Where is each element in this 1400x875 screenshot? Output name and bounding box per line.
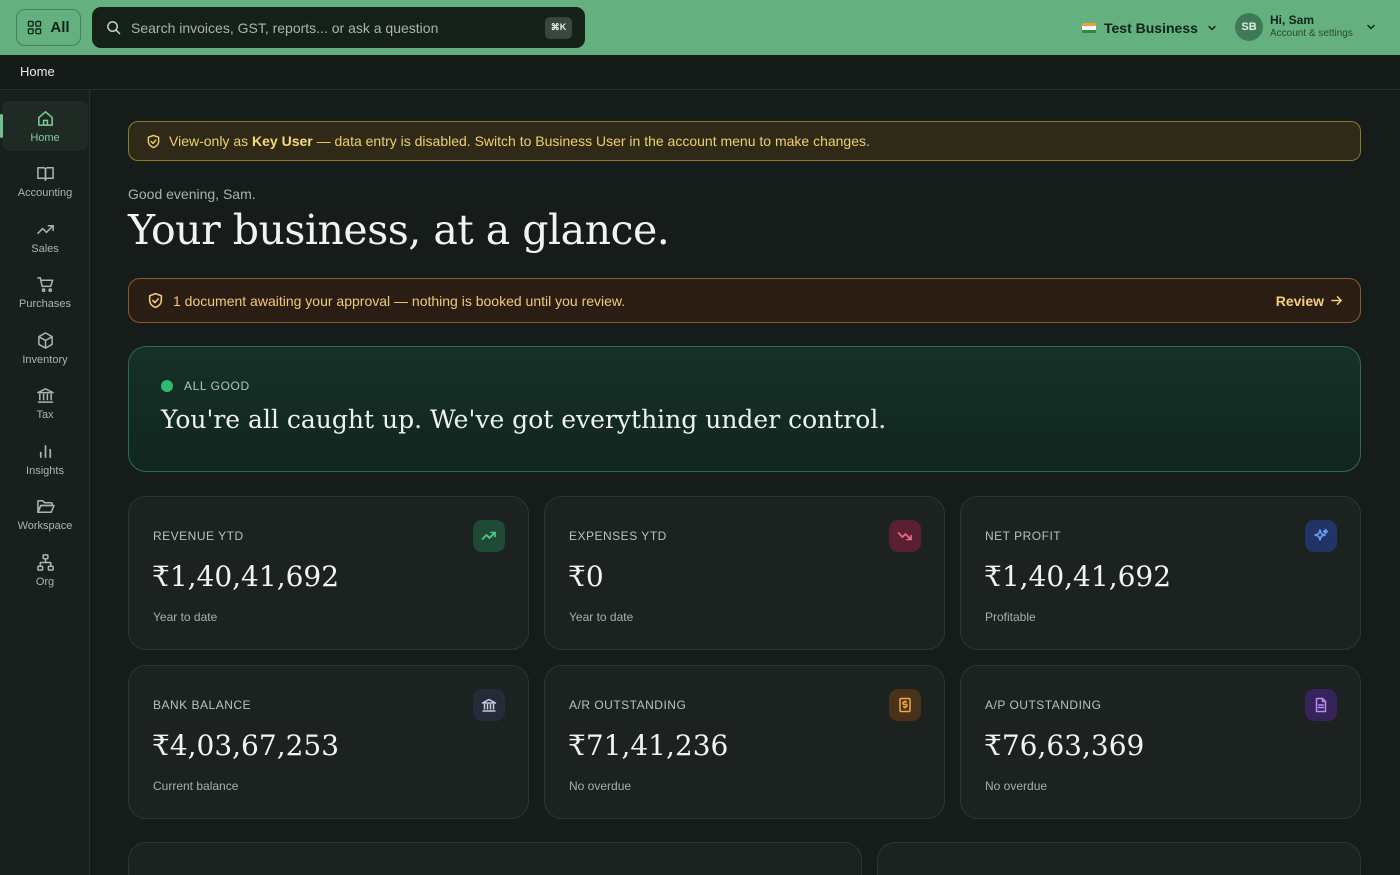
review-button[interactable]: Review — [1276, 293, 1343, 309]
sidebar-item-org[interactable]: Org — [2, 545, 88, 595]
kpi-label: NET PROFIT — [985, 529, 1062, 543]
kpi-label: A/P OUTSTANDING — [985, 698, 1102, 712]
view-only-banner: View-only as Key User — data entry is di… — [128, 121, 1361, 161]
cart-icon — [36, 276, 53, 292]
bottom-card-left — [128, 842, 862, 875]
sidebar-item-label: Home — [30, 131, 60, 144]
kpi-label: REVENUE YTD — [153, 529, 244, 543]
sidebar-item-home[interactable]: Home — [0, 101, 88, 151]
sidebar-item-insights[interactable]: Insights — [2, 434, 88, 484]
box-icon — [37, 331, 53, 349]
document-icon — [1305, 689, 1337, 721]
approval-message: 1 document awaiting your approval — noth… — [173, 292, 626, 309]
org-chart-icon — [36, 553, 54, 571]
kpi-value: ₹1,40,41,692 — [152, 560, 340, 593]
breadcrumb-home[interactable]: Home — [20, 64, 55, 79]
avatar: SB — [1235, 13, 1263, 41]
sidebar: Home Accounting Sales Purchases Inventor… — [0, 90, 90, 875]
status-message: You're all caught up. We've got everythi… — [161, 405, 887, 434]
kpi-label: EXPENSES YTD — [569, 529, 667, 543]
grid-icon — [28, 20, 42, 35]
top-bar: All ⌘K Test Business SB Hi, Sam Account … — [0, 0, 1400, 55]
kpi-subtitle: Year to date — [569, 610, 634, 624]
sidebar-item-inventory[interactable]: Inventory — [2, 323, 88, 373]
receipt-icon — [889, 689, 921, 721]
kpi-subtitle: No overdue — [985, 779, 1048, 793]
sidebar-item-label: Sales — [31, 242, 59, 255]
banner-prefix: View-only as — [169, 133, 249, 149]
sidebar-item-workspace[interactable]: Workspace — [2, 489, 88, 539]
sidebar-item-label: Tax — [36, 408, 54, 421]
page-title: Your business, at a glance. — [128, 206, 670, 254]
sidebar-item-label: Inventory — [22, 353, 68, 366]
shield-check-icon — [147, 134, 160, 148]
kpi-value: ₹1,40,41,692 — [984, 560, 1172, 593]
arrow-right-icon — [1331, 296, 1342, 305]
review-label: Review — [1275, 292, 1324, 309]
sidebar-item-tax[interactable]: Tax — [2, 378, 88, 428]
sidebar-item-label: Purchases — [19, 297, 71, 310]
kpi-subtitle: Profitable — [985, 610, 1036, 624]
status-card: ALL GOOD You're all caught up. We've got… — [128, 346, 1361, 472]
account-menu[interactable]: SB Hi, Sam Account & settings — [1235, 13, 1377, 41]
shield-check-icon — [148, 292, 163, 309]
business-name: Test Business — [1104, 20, 1198, 36]
kpi-value: ₹0 — [568, 560, 604, 593]
status-dot — [161, 380, 173, 392]
account-subtitle: Account & settings — [1270, 28, 1353, 40]
kpi-subtitle: Current balance — [153, 779, 239, 793]
banner-role: Key User — [252, 133, 313, 149]
sparkle-icon — [1305, 520, 1337, 552]
search-input[interactable] — [131, 19, 545, 36]
search-bar[interactable]: ⌘K — [92, 7, 585, 48]
book-icon — [36, 166, 54, 181]
sidebar-item-label: Insights — [26, 464, 64, 477]
kpi-card-bank-balance[interactable]: BANK BALANCE ₹4,03,67,253 Current balanc… — [128, 665, 529, 819]
india-flag-icon — [1082, 23, 1096, 33]
sidebar-item-label: Accounting — [17, 186, 73, 199]
greeting-text: Good evening, Sam. — [128, 186, 256, 202]
kpi-card-ar-outstanding[interactable]: A/R OUTSTANDING ₹71,41,236 No overdue — [544, 665, 945, 819]
bank-icon — [36, 387, 54, 403]
status-label: ALL GOOD — [184, 379, 250, 393]
bank-icon — [473, 689, 505, 721]
sidebar-item-label: Workspace — [17, 519, 73, 532]
banner-message: — data entry is disabled. Switch to Busi… — [316, 133, 870, 149]
chevron-down-icon — [1208, 25, 1216, 31]
breadcrumb: Home — [0, 55, 1400, 90]
business-switcher[interactable]: Test Business — [1082, 14, 1218, 42]
sidebar-item-label: Org — [35, 575, 55, 588]
home-icon — [37, 110, 53, 126]
all-apps-label: All — [50, 19, 70, 36]
approval-banner: 1 document awaiting your approval — noth… — [128, 278, 1361, 323]
account-greeting: Hi, Sam — [1270, 13, 1315, 28]
search-icon — [107, 21, 121, 35]
chevron-down-icon — [1367, 24, 1375, 30]
folder-icon — [36, 499, 55, 513]
trending-down-icon — [889, 520, 921, 552]
search-shortcut-badge: ⌘K — [545, 16, 572, 39]
kpi-label: A/R OUTSTANDING — [569, 698, 687, 712]
kpi-card-expenses[interactable]: EXPENSES YTD ₹0 Year to date — [544, 496, 945, 650]
bottom-card-right — [877, 842, 1361, 875]
kpi-card-revenue[interactable]: REVENUE YTD ₹1,40,41,692 Year to date — [128, 496, 529, 650]
trending-up-icon — [473, 520, 505, 552]
kpi-card-net-profit[interactable]: NET PROFIT ₹1,40,41,692 Profitable — [960, 496, 1361, 650]
kpi-subtitle: No overdue — [569, 779, 632, 793]
kpi-value: ₹76,63,369 — [984, 729, 1145, 762]
kpi-subtitle: Year to date — [153, 610, 218, 624]
sidebar-item-accounting[interactable]: Accounting — [2, 156, 88, 206]
kpi-label: BANK BALANCE — [153, 698, 252, 712]
kpi-card-ap-outstanding[interactable]: A/P OUTSTANDING ₹76,63,369 No overdue — [960, 665, 1361, 819]
sidebar-item-purchases[interactable]: Purchases — [2, 267, 88, 317]
bar-chart-icon — [39, 444, 51, 458]
kpi-value: ₹4,03,67,253 — [152, 729, 340, 762]
sidebar-item-sales[interactable]: Sales — [2, 212, 88, 262]
kpi-value: ₹71,41,236 — [568, 729, 729, 762]
all-apps-button[interactable]: All — [16, 9, 81, 46]
trending-up-icon — [36, 224, 54, 234]
